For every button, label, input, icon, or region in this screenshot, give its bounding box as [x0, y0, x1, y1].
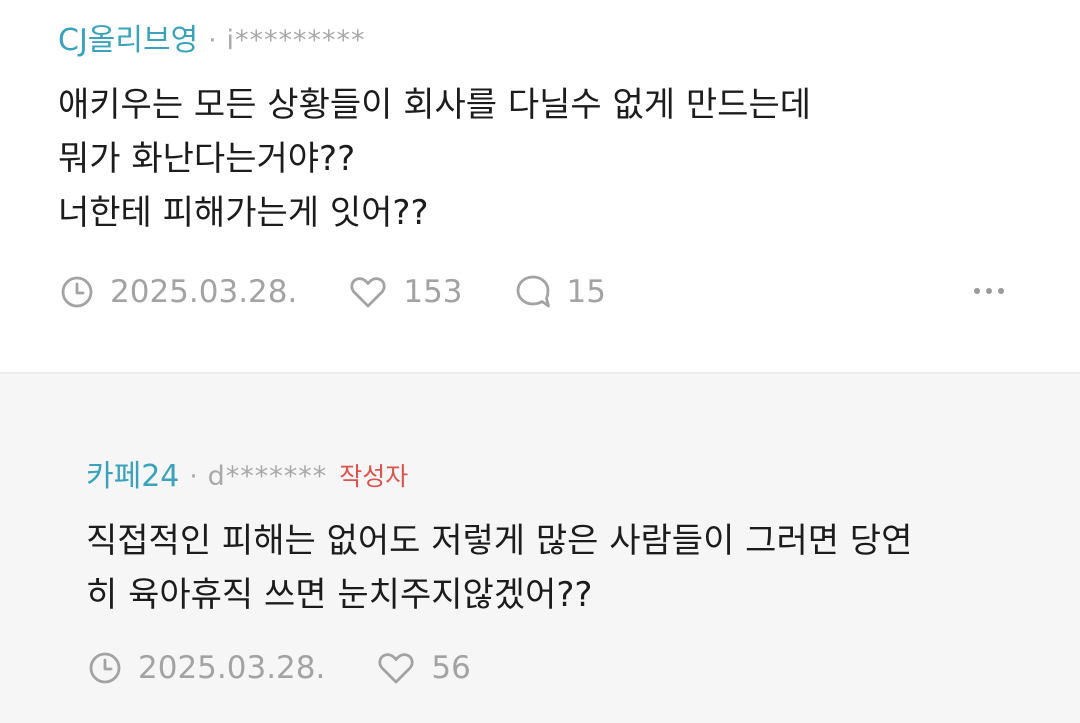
comment-line: 뭐가 화난다는거야??	[58, 139, 356, 179]
company-name[interactable]: CJ올리브영	[58, 24, 198, 58]
user-id: d*******	[207, 461, 328, 492]
heart-icon	[378, 653, 414, 684]
separator-dot: ·	[189, 462, 198, 492]
like-button[interactable]: 153	[349, 274, 463, 310]
comment-card: CJ올리브영 · i********* 애키우는 모든 상황들이 회사를 다닐수…	[0, 0, 1080, 372]
user-id: i*********	[226, 25, 366, 56]
heart-icon	[350, 277, 386, 308]
comment-line: 너한테 피해가는게 잇어??	[58, 193, 429, 233]
reply-meta: 2025.03.28. 56	[88, 650, 471, 686]
comment-meta: 2025.03.28. 153 15	[60, 274, 1020, 310]
reply-button[interactable]: 15	[515, 274, 606, 310]
date-info: 2025.03.28.	[88, 650, 325, 686]
dot	[986, 288, 992, 294]
reply-line: 직접적인 피해는 없어도 저렇게 많은 사람들이 그러면 당연	[86, 521, 913, 561]
reply-card: 카페24 · d******* 작성자 직접적인 피해는 없어도 저렇게 많은 …	[0, 374, 1080, 723]
like-count: 56	[431, 650, 471, 686]
comment-date: 2025.03.28.	[110, 274, 298, 310]
author-badge: 작성자	[339, 462, 409, 491]
speech-bubble-icon	[516, 275, 550, 308]
dot	[998, 288, 1004, 294]
comment-header: CJ올리브영 · i*********	[58, 24, 365, 58]
clock-icon	[61, 276, 93, 308]
like-count: 153	[403, 274, 463, 310]
dot	[974, 288, 980, 294]
reply-line: 히 육아휴직 쓰면 눈치주지않겠어??	[86, 575, 593, 615]
separator-dot: ·	[208, 26, 217, 56]
clock-icon	[89, 652, 121, 684]
date-info: 2025.03.28.	[60, 274, 297, 310]
reply-body: 직접적인 피해는 없어도 저렇게 많은 사람들이 그러면 당연 히 육아휴직 쓰…	[86, 514, 1046, 622]
comment-body: 애키우는 모든 상황들이 회사를 다닐수 없게 만드는데 뭐가 화난다는거야??…	[58, 78, 1018, 240]
reply-count: 15	[566, 274, 606, 310]
company-name[interactable]: 카페24	[86, 460, 179, 494]
like-button[interactable]: 56	[377, 650, 471, 686]
more-dots-icon[interactable]	[968, 280, 1010, 302]
reply-date: 2025.03.28.	[138, 650, 326, 686]
reply-header: 카페24 · d******* 작성자	[86, 460, 408, 494]
comment-line: 애키우는 모든 상황들이 회사를 다닐수 없게 만드는데	[58, 85, 812, 125]
